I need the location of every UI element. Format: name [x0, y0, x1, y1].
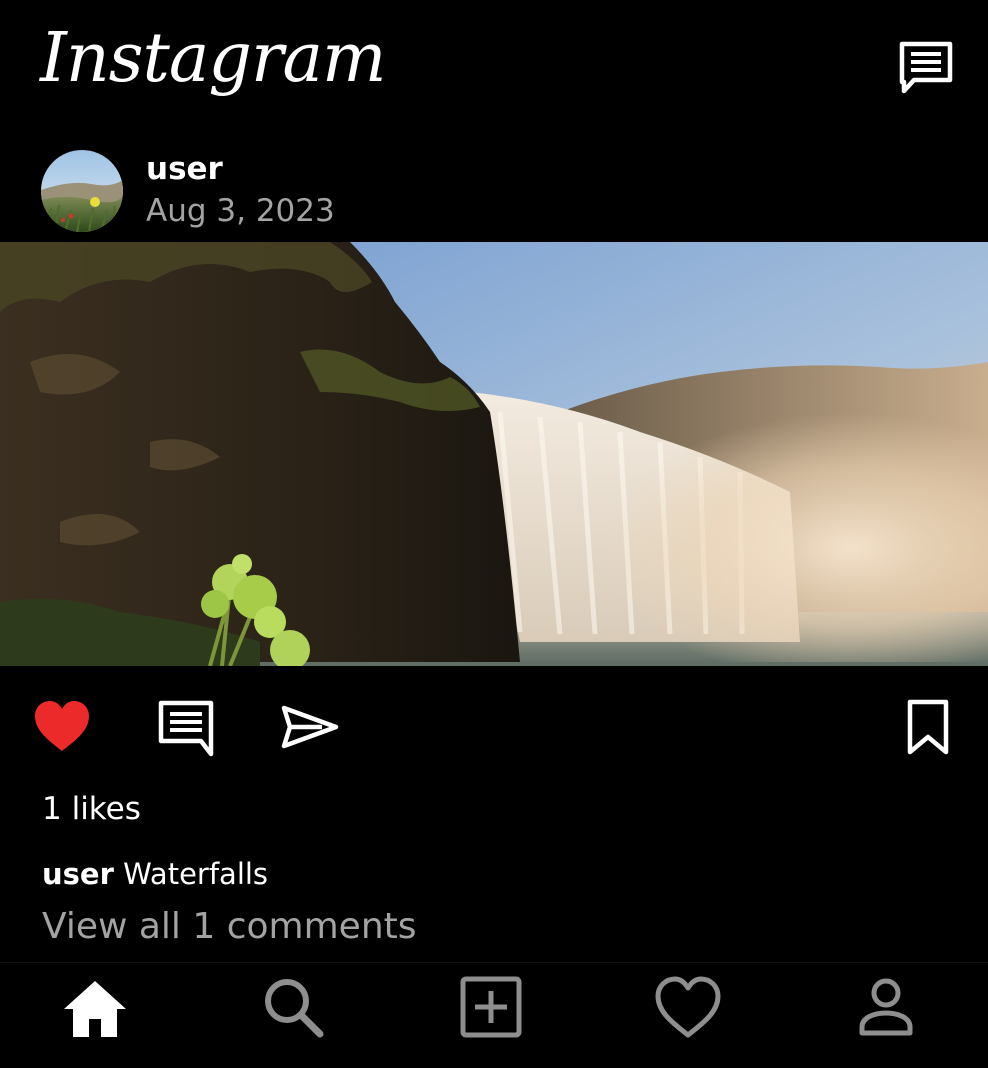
- search-icon: [265, 979, 324, 1038]
- post-date: Aug 3, 2023: [146, 193, 335, 229]
- app-logo: Instagram: [40, 19, 386, 98]
- waterfall-photo: [0, 242, 988, 666]
- messages-button[interactable]: [896, 38, 956, 98]
- likes-count[interactable]: 1 likes: [42, 787, 141, 831]
- avatar-image: [41, 150, 123, 232]
- nav-profile[interactable]: [851, 973, 921, 1043]
- post-caption: user Waterfalls: [42, 852, 268, 896]
- caption-text: Waterfalls: [123, 857, 269, 891]
- share-button[interactable]: [278, 696, 340, 758]
- view-comments-link[interactable]: View all 1 comments: [42, 903, 417, 951]
- like-button[interactable]: [31, 696, 93, 758]
- caption-username[interactable]: user: [42, 857, 114, 891]
- nav-activity[interactable]: [653, 973, 723, 1043]
- home-icon: [64, 981, 126, 1037]
- post-header: user Aug 3, 2023: [0, 135, 988, 242]
- heart-filled-icon: [35, 701, 89, 751]
- chat-bubble-icon: [899, 41, 953, 94]
- nav-home[interactable]: [60, 973, 130, 1043]
- post-actions: [0, 690, 988, 768]
- comment-button[interactable]: [155, 696, 217, 758]
- nav-search[interactable]: [258, 973, 328, 1043]
- add-post-icon: [460, 976, 522, 1038]
- profile-icon: [859, 978, 913, 1036]
- heart-outline-icon: [655, 976, 721, 1038]
- bookmark-icon: [907, 699, 949, 755]
- save-button[interactable]: [897, 696, 959, 758]
- top-app-bar: Instagram: [0, 0, 988, 135]
- nav-create[interactable]: [456, 973, 526, 1043]
- post-photo[interactable]: [0, 242, 988, 666]
- bottom-nav: [0, 962, 988, 1068]
- comment-icon: [158, 700, 214, 757]
- post-username[interactable]: user: [146, 149, 223, 189]
- send-icon: [281, 705, 339, 749]
- avatar[interactable]: [41, 150, 123, 232]
